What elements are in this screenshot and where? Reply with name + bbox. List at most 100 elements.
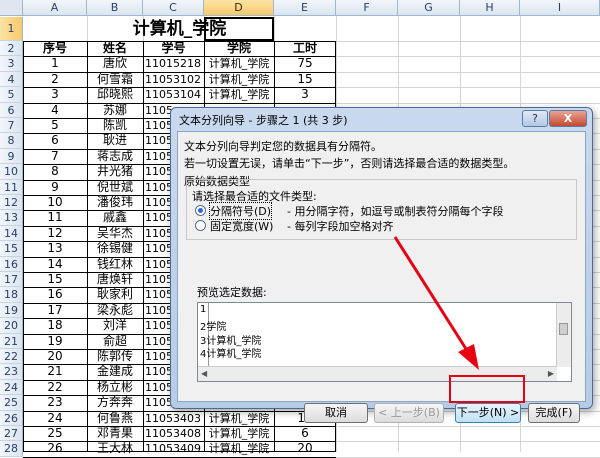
row-header-12[interactable]: 12 <box>0 195 23 211</box>
table-cell[interactable]: 刘洋 <box>87 318 143 333</box>
row-header-1[interactable]: 1 <box>0 17 23 41</box>
row-header-20[interactable]: 20 <box>0 318 23 334</box>
row-header-18[interactable]: 18 <box>0 287 23 303</box>
back-button[interactable]: < 上一步(B) <box>374 403 444 423</box>
table-cell[interactable]: 王大林 <box>87 441 143 456</box>
table-cell[interactable]: 13 <box>23 241 87 256</box>
table-cell[interactable]: 蒋志成 <box>87 149 143 164</box>
row-header-17[interactable]: 17 <box>0 272 23 288</box>
finish-button[interactable]: 完成(F) <box>528 403 580 423</box>
table-cell[interactable]: 梁永彪 <box>87 303 143 318</box>
table-cell[interactable]: 2 <box>23 72 87 87</box>
table-cell[interactable]: 戚鑫 <box>87 210 143 225</box>
table-cell[interactable]: 陈郭传 <box>87 349 143 364</box>
table-cell[interactable]: 邓青果 <box>87 426 143 441</box>
table-cell[interactable]: 何鲁燕 <box>87 411 143 426</box>
header-cell[interactable]: 工时 <box>274 41 336 56</box>
column-header-c[interactable]: C <box>143 0 204 16</box>
table-cell[interactable]: 陈凯 <box>87 118 143 133</box>
table-cell[interactable]: 金建成 <box>87 364 143 379</box>
table-cell[interactable]: 20 <box>23 349 87 364</box>
table-cell[interactable]: 11 <box>23 210 87 225</box>
table-cell[interactable]: 3 <box>274 87 336 102</box>
table-cell[interactable]: 方奔奔 <box>87 395 143 410</box>
table-cell[interactable]: 唐欣 <box>87 56 143 71</box>
table-cell[interactable]: 计算机_学院 <box>204 72 274 87</box>
header-cell[interactable]: 学院 <box>204 41 274 56</box>
table-cell[interactable]: 26 <box>23 441 87 456</box>
table-cell[interactable]: 杨立彬 <box>87 380 143 395</box>
table-cell[interactable]: 苏娜 <box>87 103 143 118</box>
table-cell[interactable]: 何雪霜 <box>87 72 143 87</box>
column-header-h[interactable]: H <box>460 0 520 16</box>
table-cell[interactable]: 18 <box>23 318 87 333</box>
table-cell[interactable]: 11053408 <box>145 426 204 441</box>
sheet-title-cell[interactable]: 计算机_学院 <box>23 17 336 41</box>
next-button[interactable]: 下一步(N) > <box>455 403 521 423</box>
scroll-right-icon[interactable]: ▶ <box>548 369 554 378</box>
row-header-6[interactable]: 6 <box>0 102 23 118</box>
row-header-3[interactable]: 3 <box>0 56 23 72</box>
table-cell[interactable]: 21 <box>23 364 87 379</box>
preview-vertical-scrollbar[interactable] <box>556 303 571 367</box>
row-header-13[interactable]: 13 <box>0 210 23 226</box>
table-cell[interactable]: 10 <box>23 195 87 210</box>
row-header-7[interactable]: 7 <box>0 118 23 134</box>
table-cell[interactable]: 12 <box>23 226 87 241</box>
table-cell[interactable]: 23 <box>23 395 87 410</box>
data-preview[interactable]: 1 2学院 3计算机_学院 4计算机_学院 ◀ ▶ <box>197 302 572 382</box>
table-cell[interactable]: 6 <box>23 133 87 148</box>
row-header-15[interactable]: 15 <box>0 241 23 257</box>
column-header-i[interactable]: I <box>520 0 600 16</box>
table-cell[interactable]: 15 <box>23 272 87 287</box>
row-header-25[interactable]: 25 <box>0 395 23 411</box>
header-cell[interactable]: 序号 <box>23 41 87 56</box>
table-cell[interactable]: 11053102 <box>145 72 204 87</box>
row-header-23[interactable]: 23 <box>0 364 23 380</box>
row-header-9[interactable]: 9 <box>0 148 23 165</box>
header-cell[interactable]: 学号 <box>143 41 204 56</box>
table-cell[interactable]: 11053409 <box>145 441 204 456</box>
row-header-10[interactable]: 10 <box>0 164 23 180</box>
table-cell[interactable]: 15 <box>274 72 336 87</box>
row-header-21[interactable]: 21 <box>0 333 23 349</box>
row-header-28[interactable]: 28 <box>0 441 23 457</box>
table-cell[interactable]: 耿家利 <box>87 287 143 302</box>
select-all-corner[interactable] <box>0 0 23 16</box>
row-header-4[interactable]: 4 <box>0 71 23 88</box>
table-cell[interactable]: 25 <box>23 426 87 441</box>
dialog-titlebar[interactable]: 文本分列向导 - 步骤之 1 (共 3 步) ? X <box>171 108 592 130</box>
table-cell[interactable]: 4 <box>23 103 87 118</box>
row-header-22[interactable]: 22 <box>0 349 23 365</box>
table-cell[interactable]: 3 <box>23 87 87 102</box>
table-cell[interactable]: 6 <box>274 426 336 441</box>
column-header-f[interactable]: F <box>336 0 398 16</box>
row-header-27[interactable]: 27 <box>0 426 23 442</box>
column-header-d[interactable]: D <box>204 0 274 16</box>
table-cell[interactable]: 井光猪 <box>87 164 143 179</box>
table-cell[interactable]: 11053403 <box>145 411 204 426</box>
column-header-a[interactable]: A <box>23 0 87 16</box>
table-cell[interactable]: 8 <box>23 164 87 179</box>
table-cell[interactable]: 17 <box>23 303 87 318</box>
table-cell[interactable]: 22 <box>23 380 87 395</box>
close-button[interactable]: X <box>549 110 587 127</box>
row-header-16[interactable]: 16 <box>0 256 23 272</box>
table-cell[interactable]: 19 <box>23 334 87 349</box>
table-cell[interactable]: 邱晓熙 <box>87 87 143 102</box>
column-header-e[interactable]: E <box>274 0 336 16</box>
table-cell[interactable]: 唐焕轩 <box>87 272 143 287</box>
row-header-24[interactable]: 24 <box>0 379 23 396</box>
table-cell[interactable]: 计算机_学院 <box>204 87 274 102</box>
scroll-left-icon[interactable]: ◀ <box>201 369 207 378</box>
table-cell[interactable]: 耿进 <box>87 133 143 148</box>
fixed-width-label[interactable]: 固定宽度(W) <box>210 218 273 234</box>
cancel-button[interactable]: 取消 <box>304 403 368 423</box>
fixed-width-radio[interactable] <box>195 220 206 231</box>
table-cell[interactable]: 14 <box>23 257 87 272</box>
table-cell[interactable]: 徐锡健 <box>87 241 143 256</box>
row-header-19[interactable]: 19 <box>0 302 23 319</box>
row-header-8[interactable]: 8 <box>0 133 23 149</box>
header-cell[interactable]: 姓名 <box>87 41 143 56</box>
help-button[interactable]: ? <box>522 110 548 127</box>
